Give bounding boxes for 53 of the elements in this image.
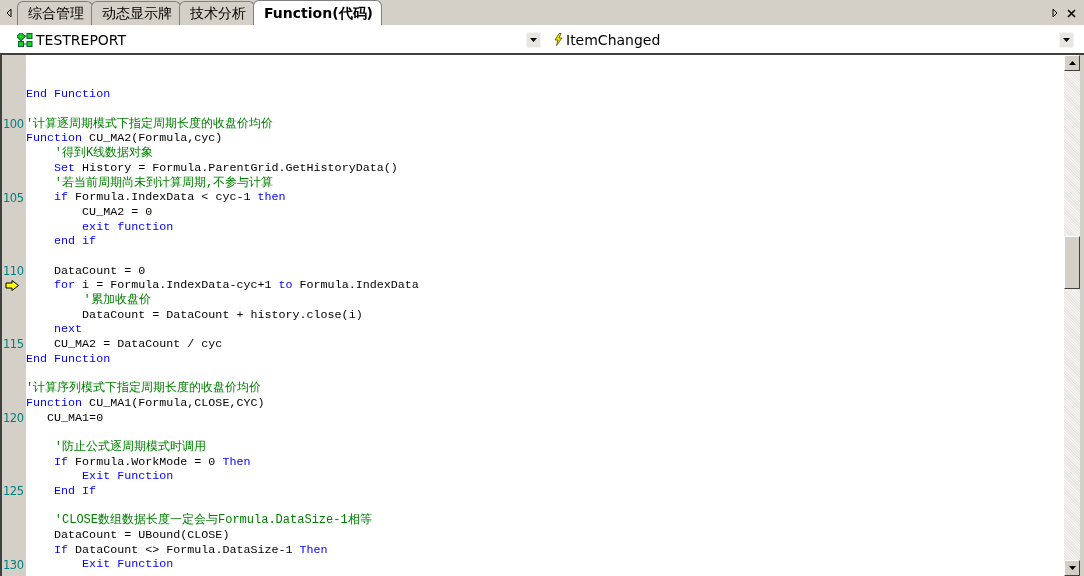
code-line: DataCount = UBound(CLOSE) bbox=[53, 528, 230, 543]
code-line: CU_MA2 = 0 bbox=[81, 204, 153, 220]
lightning-icon bbox=[554, 33, 563, 46]
code-line: CU_MA2 = DataCount / cyc bbox=[53, 337, 223, 352]
line-number: 100 bbox=[3, 117, 24, 132]
line-number: 130 bbox=[3, 557, 24, 572]
vertical-scrollbar[interactable] bbox=[1063, 55, 1080, 576]
tab[interactable]: 综合管理 bbox=[17, 1, 93, 25]
code-line: DataCount = DataCount + history.close(i) bbox=[81, 307, 363, 323]
code-line: for i = Formula.IndexData-cyc+1 to Formula.IndexData bbox=[53, 278, 419, 293]
code-line: Exit Function bbox=[81, 557, 174, 573]
scroll-down-button[interactable] bbox=[1064, 560, 1080, 576]
down-arrow-icon bbox=[1068, 566, 1076, 570]
code-line: End Function bbox=[26, 351, 111, 367]
code-line: Exit Function bbox=[81, 469, 174, 484]
up-arrow-icon bbox=[1068, 61, 1076, 65]
code-line: '累加收盘价 bbox=[82, 293, 151, 308]
code-line: Set History = Formula.ParentGrid.GetHistoryData() bbox=[53, 160, 398, 176]
code-line: Function CU_MA2(Formula,cyc) bbox=[26, 131, 223, 146]
code-line: '若当前周期尚未到计算周期,不参与计算 bbox=[53, 175, 274, 191]
object-dropdown[interactable]: TESTREPORT bbox=[0, 29, 541, 50]
tab[interactable]: 动态显示牌 bbox=[91, 1, 181, 25]
scroll-right-icon[interactable] bbox=[1051, 8, 1059, 18]
line-number: 125 bbox=[3, 484, 24, 499]
code-line: CU_MA1=0 bbox=[46, 410, 104, 426]
code-line: '防止公式逐周期模式时调用 bbox=[53, 439, 206, 455]
line-number: 115 bbox=[3, 337, 24, 352]
line-number: 105 bbox=[3, 190, 24, 205]
code-line: DataCount = 0 bbox=[53, 263, 146, 279]
code-line: Function CU_MA1(Formula,CLOSE,CYC) bbox=[26, 395, 265, 411]
close-icon[interactable] bbox=[1067, 8, 1076, 18]
code-line: end if bbox=[53, 234, 97, 249]
code-line: '得到K线数据对象 bbox=[53, 146, 154, 161]
tab[interactable]: 技术分析 bbox=[179, 1, 255, 25]
code-line: If Formula.WorkMode = 0 Then bbox=[53, 454, 251, 470]
line-number: 120 bbox=[3, 410, 24, 425]
code-line: '计算逐周期模式下指定周期长度的收盘价均价 bbox=[26, 116, 274, 132]
scroll-left-icon[interactable] bbox=[5, 8, 13, 18]
current-line-arrow-icon bbox=[5, 280, 20, 292]
line-number: 110 bbox=[3, 263, 24, 278]
event-dropdown[interactable]: ItemChanged bbox=[541, 29, 1084, 50]
tree-nodes-icon bbox=[17, 32, 33, 47]
scroll-up-button[interactable] bbox=[1064, 55, 1080, 71]
code-line: End Function bbox=[26, 87, 111, 103]
code-line: exit function bbox=[81, 219, 174, 235]
code-line: 'CLOSE数组数据长度一定会与Formula.DataSize-1相等 bbox=[53, 513, 372, 528]
code-line: if Formula.IndexData < cyc-1 then bbox=[53, 190, 286, 205]
code-line: '计算序列模式下指定周期长度的收盘价均价 bbox=[26, 381, 262, 396]
code-line: End If bbox=[53, 483, 97, 499]
tab[interactable]: Function(代码) bbox=[253, 0, 382, 25]
code-line: next bbox=[53, 322, 83, 338]
scroll-thumb[interactable] bbox=[1064, 236, 1080, 289]
code-line: If DataCount <> Formula.DataSize-1 Then bbox=[53, 542, 328, 558]
